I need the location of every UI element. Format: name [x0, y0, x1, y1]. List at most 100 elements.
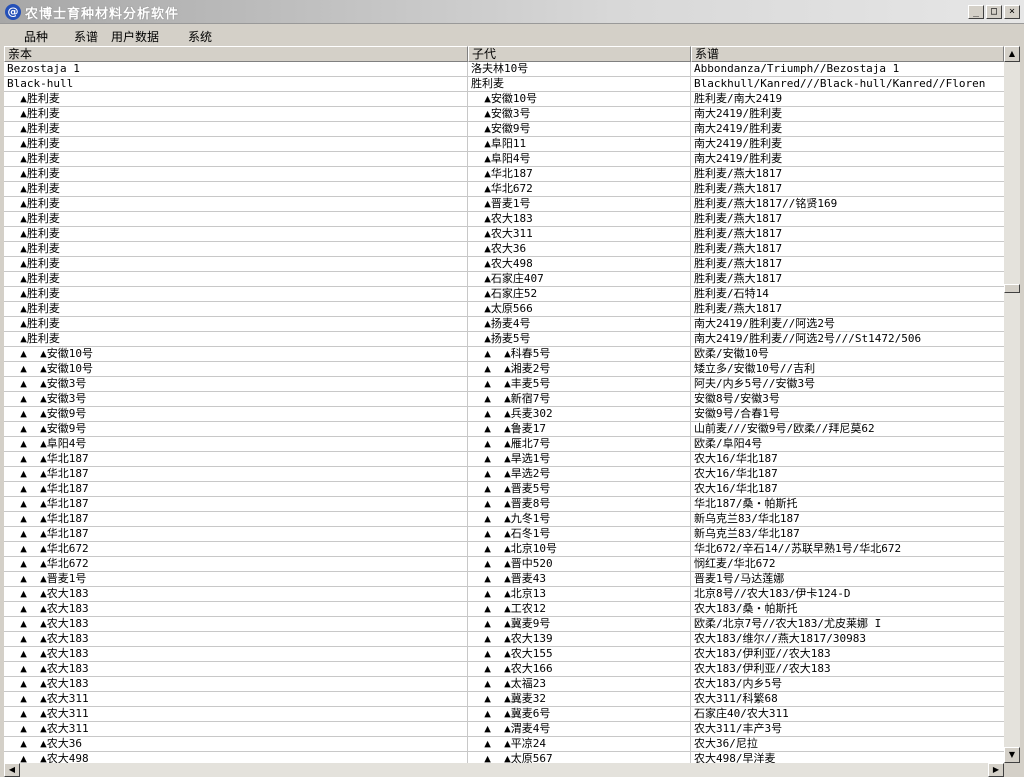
parent-cell[interactable]: ▲ ▲安徽10号: [4, 347, 468, 361]
scroll-left-arrow-icon[interactable]: ◀: [4, 763, 20, 777]
parent-cell[interactable]: ▲胜利麦: [4, 317, 468, 331]
horizontal-scrollbar[interactable]: ◀ ▶: [4, 763, 1004, 777]
table-row[interactable]: ▲ ▲农大183 ▲ ▲工农12 农大183/桑・帕斯托: [4, 602, 1004, 617]
table-row[interactable]: ▲ ▲华北187 ▲ ▲旱选1号 农大16/华北187: [4, 452, 1004, 467]
table-row[interactable]: ▲ ▲华北187 ▲ ▲晋麦5号 农大16/华北187: [4, 482, 1004, 497]
parent-cell[interactable]: ▲ ▲农大183: [4, 662, 468, 676]
parent-cell[interactable]: ▲胜利麦: [4, 212, 468, 226]
pedigree-cell[interactable]: 胜利麦/燕大1817: [691, 242, 1004, 256]
offspring-cell[interactable]: ▲ ▲兵麦302: [468, 407, 691, 421]
pedigree-cell[interactable]: 农大498/早洋麦: [691, 752, 1004, 763]
offspring-cell[interactable]: ▲石家庄52: [468, 287, 691, 301]
pedigree-cell[interactable]: 新乌克兰83/华北187: [691, 512, 1004, 526]
offspring-cell[interactable]: ▲农大36: [468, 242, 691, 256]
column-header-pedigree[interactable]: 系谱: [691, 46, 1004, 62]
parent-cell[interactable]: ▲ ▲农大183: [4, 602, 468, 616]
parent-cell[interactable]: ▲ ▲华北187: [4, 452, 468, 466]
parent-cell[interactable]: ▲ ▲安徽3号: [4, 377, 468, 391]
parent-cell[interactable]: ▲ ▲阜阳4号: [4, 437, 468, 451]
parent-cell[interactable]: Black-hull: [4, 77, 468, 91]
table-row[interactable]: ▲胜利麦 ▲农大498 胜利麦/燕大1817: [4, 257, 1004, 272]
parent-cell[interactable]: ▲ ▲农大36: [4, 737, 468, 751]
offspring-cell[interactable]: ▲ ▲旱选2号: [468, 467, 691, 481]
pedigree-cell[interactable]: 南大2419/胜利麦: [691, 122, 1004, 136]
parent-cell[interactable]: ▲胜利麦: [4, 122, 468, 136]
table-row[interactable]: ▲ ▲华北187 ▲ ▲晋麦8号 华北187/桑・帕斯托: [4, 497, 1004, 512]
offspring-cell[interactable]: ▲扬麦4号: [468, 317, 691, 331]
table-row[interactable]: ▲ ▲华北187 ▲ ▲旱选2号 农大16/华北187: [4, 467, 1004, 482]
parent-cell[interactable]: ▲胜利麦: [4, 332, 468, 346]
parent-cell[interactable]: ▲胜利麦: [4, 152, 468, 166]
table-row[interactable]: ▲胜利麦 ▲华北187 胜利麦/燕大1817: [4, 167, 1004, 182]
offspring-cell[interactable]: ▲ ▲石冬1号: [468, 527, 691, 541]
offspring-cell[interactable]: ▲ ▲北京10号: [468, 542, 691, 556]
table-row[interactable]: ▲胜利麦 ▲扬麦4号 南大2419/胜利麦//阿选2号: [4, 317, 1004, 332]
table-row[interactable]: ▲ ▲农大311 ▲ ▲冀麦6号 石家庄40/农大311: [4, 707, 1004, 722]
parent-cell[interactable]: ▲ ▲农大183: [4, 587, 468, 601]
table-row[interactable]: ▲胜利麦 ▲农大36 胜利麦/燕大1817: [4, 242, 1004, 257]
table-row[interactable]: ▲ ▲农大311 ▲ ▲渭麦4号 农大311/丰产3号: [4, 722, 1004, 737]
table-row[interactable]: ▲ ▲农大311 ▲ ▲冀麦32 农大311/科繁68: [4, 692, 1004, 707]
menu-pedigree[interactable]: 系谱: [74, 28, 98, 45]
pedigree-cell[interactable]: 欧柔/北京7号//农大183/尤皮莱娜 I: [691, 617, 1004, 631]
table-row[interactable]: ▲胜利麦 ▲扬麦5号 南大2419/胜利麦//阿选2号///St1472/506: [4, 332, 1004, 347]
table-row[interactable]: ▲ ▲农大183 ▲ ▲农大139 农大183/维尔//燕大1817/30983: [4, 632, 1004, 647]
offspring-cell[interactable]: ▲ ▲晋麦43: [468, 572, 691, 586]
pedigree-cell[interactable]: 农大183/伊利亚//农大183: [691, 647, 1004, 661]
pedigree-cell[interactable]: 胜利麦/石特14: [691, 287, 1004, 301]
parent-cell[interactable]: ▲ ▲安徽3号: [4, 392, 468, 406]
offspring-cell[interactable]: ▲华北672: [468, 182, 691, 196]
pedigree-cell[interactable]: 农大311/科繁68: [691, 692, 1004, 706]
pedigree-cell[interactable]: 新乌克兰83/华北187: [691, 527, 1004, 541]
table-row[interactable]: ▲ ▲安徽10号 ▲ ▲科春5号 欧柔/安徽10号: [4, 347, 1004, 362]
table-row[interactable]: ▲胜利麦 ▲安徽3号 南大2419/胜利麦: [4, 107, 1004, 122]
parent-cell[interactable]: ▲ ▲华北187: [4, 527, 468, 541]
table-row[interactable]: ▲ ▲农大498 ▲ ▲太原567 农大498/早洋麦: [4, 752, 1004, 763]
pedigree-cell[interactable]: 矮立多/安徽10号//吉利: [691, 362, 1004, 376]
pedigree-cell[interactable]: 华北672/辛石14//苏联早熟1号/华北672: [691, 542, 1004, 556]
offspring-cell[interactable]: ▲安徽3号: [468, 107, 691, 121]
pedigree-cell[interactable]: 欧柔/阜阳4号: [691, 437, 1004, 451]
parent-cell[interactable]: ▲ ▲农大183: [4, 632, 468, 646]
parent-cell[interactable]: ▲胜利麦: [4, 287, 468, 301]
pedigree-cell[interactable]: 胜利麦/燕大1817: [691, 302, 1004, 316]
parent-cell[interactable]: ▲ ▲安徽9号: [4, 422, 468, 436]
menu-variety[interactable]: 品种: [24, 28, 48, 45]
offspring-cell[interactable]: ▲农大311: [468, 227, 691, 241]
offspring-cell[interactable]: ▲ ▲九冬1号: [468, 512, 691, 526]
pedigree-cell[interactable]: 欧柔/安徽10号: [691, 347, 1004, 361]
pedigree-cell[interactable]: 农大16/华北187: [691, 482, 1004, 496]
table-row[interactable]: ▲ ▲安徽9号 ▲ ▲兵麦302 安徽9号/合春1号: [4, 407, 1004, 422]
parent-cell[interactable]: ▲胜利麦: [4, 242, 468, 256]
table-row[interactable]: ▲ ▲农大183 ▲ ▲太福23 农大183/内乡5号: [4, 677, 1004, 692]
offspring-cell[interactable]: ▲ ▲太原567: [468, 752, 691, 763]
table-row[interactable]: ▲ ▲农大183 ▲ ▲北京13 北京8号//农大183/伊卡124-D: [4, 587, 1004, 602]
offspring-cell[interactable]: ▲ ▲旱选1号: [468, 452, 691, 466]
pedigree-cell[interactable]: 悯红麦/华北672: [691, 557, 1004, 571]
table-row[interactable]: ▲ ▲安徽3号 ▲ ▲新宿7号 安徽8号/安徽3号: [4, 392, 1004, 407]
parent-cell[interactable]: ▲ ▲农大498: [4, 752, 468, 763]
table-row[interactable]: ▲ ▲安徽3号 ▲ ▲丰麦5号 阿夫/内乡5号//安徽3号: [4, 377, 1004, 392]
parent-cell[interactable]: ▲胜利麦: [4, 197, 468, 211]
column-header-offspring[interactable]: 子代: [468, 46, 691, 62]
table-row[interactable]: ▲ ▲阜阳4号 ▲ ▲雁北7号 欧柔/阜阳4号: [4, 437, 1004, 452]
parent-cell[interactable]: ▲胜利麦: [4, 182, 468, 196]
offspring-cell[interactable]: ▲扬麦5号: [468, 332, 691, 346]
pedigree-cell[interactable]: 胜利麦/燕大1817//铭贤169: [691, 197, 1004, 211]
pedigree-cell[interactable]: 农大183/伊利亚//农大183: [691, 662, 1004, 676]
offspring-cell[interactable]: ▲ ▲晋中520: [468, 557, 691, 571]
offspring-cell[interactable]: ▲ ▲北京13: [468, 587, 691, 601]
parent-cell[interactable]: ▲胜利麦: [4, 107, 468, 121]
offspring-cell[interactable]: ▲ ▲晋麦8号: [468, 497, 691, 511]
pedigree-cell[interactable]: 胜利麦/燕大1817: [691, 257, 1004, 271]
parent-cell[interactable]: ▲ ▲华北672: [4, 542, 468, 556]
pedigree-cell[interactable]: 安徽9号/合春1号: [691, 407, 1004, 421]
pedigree-cell[interactable]: 农大16/华北187: [691, 467, 1004, 481]
offspring-cell[interactable]: ▲ ▲渭麦4号: [468, 722, 691, 736]
table-row[interactable]: ▲ ▲农大183 ▲ ▲农大166 农大183/伊利亚//农大183: [4, 662, 1004, 677]
pedigree-cell[interactable]: 北京8号//农大183/伊卡124-D: [691, 587, 1004, 601]
table-row[interactable]: ▲胜利麦 ▲华北672 胜利麦/燕大1817: [4, 182, 1004, 197]
table-row[interactable]: ▲ ▲晋麦1号 ▲ ▲晋麦43 晋麦1号/马达莲娜: [4, 572, 1004, 587]
table-row[interactable]: ▲胜利麦 ▲石家庄407 胜利麦/燕大1817: [4, 272, 1004, 287]
offspring-cell[interactable]: ▲安徽10号: [468, 92, 691, 106]
